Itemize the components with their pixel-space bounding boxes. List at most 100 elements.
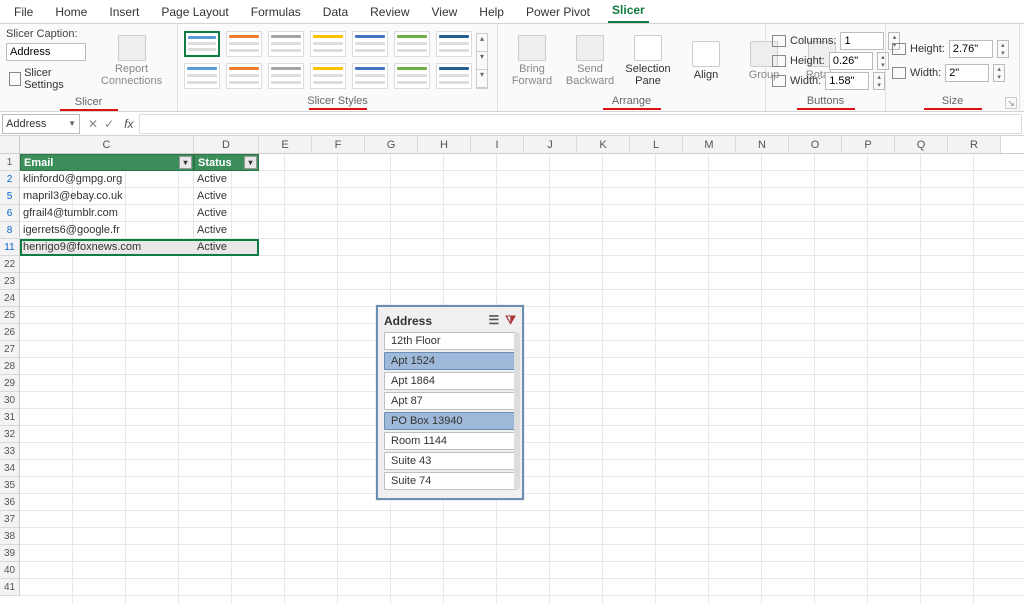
- slicer-style-swatch[interactable]: [352, 31, 388, 57]
- slicer-style-swatch[interactable]: [394, 63, 430, 89]
- col-header[interactable]: Q: [895, 136, 948, 153]
- formula-input[interactable]: [139, 114, 1022, 134]
- table-header-email[interactable]: Email▾: [20, 154, 194, 171]
- cell-status[interactable]: Active: [194, 205, 259, 222]
- row-header[interactable]: 23: [0, 273, 20, 290]
- cell-email[interactable]: gfrail4@tumblr.com: [20, 205, 194, 222]
- cell-status[interactable]: Active: [194, 188, 259, 205]
- slicer-item[interactable]: Apt 87: [384, 392, 516, 410]
- cell-email[interactable]: igerrets6@google.fr: [20, 222, 194, 239]
- send-backward-button[interactable]: Send Backward: [562, 33, 618, 89]
- tab-formulas[interactable]: Formulas: [247, 3, 305, 23]
- slicer-style-swatch[interactable]: [226, 63, 262, 89]
- row-header[interactable]: 39: [0, 545, 20, 562]
- slicer-style-swatch[interactable]: [268, 63, 304, 89]
- slicer-style-swatch[interactable]: [184, 31, 220, 57]
- cell-email[interactable]: henrigo9@foxnews.com: [20, 239, 194, 256]
- row-header[interactable]: 37: [0, 511, 20, 528]
- row-header[interactable]: 27: [0, 341, 20, 358]
- spin[interactable]: ▴▾: [997, 40, 1009, 58]
- cell-status[interactable]: Active: [194, 171, 259, 188]
- slicer-item[interactable]: Suite 74: [384, 472, 516, 490]
- col-header[interactable]: O: [789, 136, 842, 153]
- row-header[interactable]: 41: [0, 579, 20, 596]
- slicer-item[interactable]: Apt 1864: [384, 372, 516, 390]
- slicer-style-swatch[interactable]: [310, 63, 346, 89]
- tab-review[interactable]: Review: [366, 3, 413, 23]
- row-header[interactable]: 28: [0, 358, 20, 375]
- spin[interactable]: ▴▾: [993, 64, 1005, 82]
- row-header[interactable]: 32: [0, 426, 20, 443]
- col-header[interactable]: E: [259, 136, 312, 153]
- align-button[interactable]: Align: [678, 39, 734, 83]
- row-header[interactable]: 26: [0, 324, 20, 341]
- row-header[interactable]: 8: [0, 222, 20, 239]
- cancel-icon[interactable]: ✕: [88, 117, 98, 131]
- col-header[interactable]: M: [683, 136, 736, 153]
- name-box[interactable]: Address▼: [2, 114, 80, 134]
- tab-power-pivot[interactable]: Power Pivot: [522, 3, 594, 23]
- cell-status[interactable]: Active: [194, 222, 259, 239]
- cell-status[interactable]: Active: [194, 239, 259, 256]
- slicer-style-gallery[interactable]: ▴▾▾: [184, 31, 488, 91]
- slicer-item[interactable]: Suite 43: [384, 452, 516, 470]
- row-header[interactable]: 5: [0, 188, 20, 205]
- slicer-panel[interactable]: Address ☰ ⧩ 12th FloorApt 1524Apt 1864Ap…: [376, 305, 524, 500]
- row-header[interactable]: 40: [0, 562, 20, 579]
- col-header[interactable]: J: [524, 136, 577, 153]
- row-header[interactable]: 33: [0, 443, 20, 460]
- col-header[interactable]: R: [948, 136, 1001, 153]
- row-header[interactable]: 34: [0, 460, 20, 477]
- slicer-item[interactable]: Apt 1524: [384, 352, 516, 370]
- tab-home[interactable]: Home: [51, 3, 91, 23]
- col-header[interactable]: N: [736, 136, 789, 153]
- buttons-width-input[interactable]: [825, 72, 869, 90]
- row-header[interactable]: 1: [0, 154, 20, 171]
- slicer-settings-button[interactable]: Slicer Settings: [6, 64, 86, 94]
- report-connections-button[interactable]: Report Connections: [92, 33, 171, 89]
- fx-icon[interactable]: fx: [120, 117, 137, 131]
- col-header[interactable]: K: [577, 136, 630, 153]
- slicer-item[interactable]: PO Box 13940: [384, 412, 516, 430]
- slicer-style-swatch[interactable]: [436, 63, 472, 89]
- tab-file[interactable]: File: [10, 3, 37, 23]
- enter-icon[interactable]: ✓: [104, 117, 114, 131]
- buttons-height-input[interactable]: [829, 52, 873, 70]
- tab-slicer[interactable]: Slicer: [608, 1, 649, 23]
- col-header[interactable]: F: [312, 136, 365, 153]
- slicer-item[interactable]: 12th Floor: [384, 332, 516, 350]
- buttons-columns-input[interactable]: [840, 32, 884, 50]
- row-header[interactable]: 24: [0, 290, 20, 307]
- slicer-style-swatch[interactable]: [436, 31, 472, 57]
- row-header[interactable]: 11: [0, 239, 20, 256]
- gallery-scroll[interactable]: ▴▾▾: [476, 33, 488, 89]
- col-header[interactable]: L: [630, 136, 683, 153]
- slicer-style-swatch[interactable]: [310, 31, 346, 57]
- row-header[interactable]: 30: [0, 392, 20, 409]
- tab-view[interactable]: View: [428, 3, 462, 23]
- selection-pane-button[interactable]: Selection Pane: [620, 33, 676, 89]
- slicer-style-swatch[interactable]: [352, 63, 388, 89]
- tab-help[interactable]: Help: [475, 3, 508, 23]
- slicer-style-swatch[interactable]: [226, 31, 262, 57]
- tab-insert[interactable]: Insert: [105, 3, 143, 23]
- size-width-input[interactable]: [945, 64, 989, 82]
- tab-page-layout[interactable]: Page Layout: [157, 3, 232, 23]
- col-header[interactable]: D: [194, 136, 259, 153]
- slicer-style-swatch[interactable]: [268, 31, 304, 57]
- col-header[interactable]: P: [842, 136, 895, 153]
- row-header[interactable]: 38: [0, 528, 20, 545]
- slicer-item[interactable]: Room 1144: [384, 432, 516, 450]
- cell-email[interactable]: mapril3@ebay.co.uk: [20, 188, 194, 205]
- filter-applied-icon[interactable]: ▾: [244, 156, 257, 169]
- row-header[interactable]: 35: [0, 477, 20, 494]
- tab-data[interactable]: Data: [319, 3, 352, 23]
- col-header[interactable]: G: [365, 136, 418, 153]
- row-header[interactable]: 29: [0, 375, 20, 392]
- row-header[interactable]: 6: [0, 205, 20, 222]
- multi-select-icon[interactable]: ☰: [489, 313, 500, 328]
- filter-dropdown-icon[interactable]: ▾: [179, 156, 192, 169]
- row-header[interactable]: 31: [0, 409, 20, 426]
- cell-email[interactable]: klinford0@gmpg.org: [20, 171, 194, 188]
- row-header[interactable]: 22: [0, 256, 20, 273]
